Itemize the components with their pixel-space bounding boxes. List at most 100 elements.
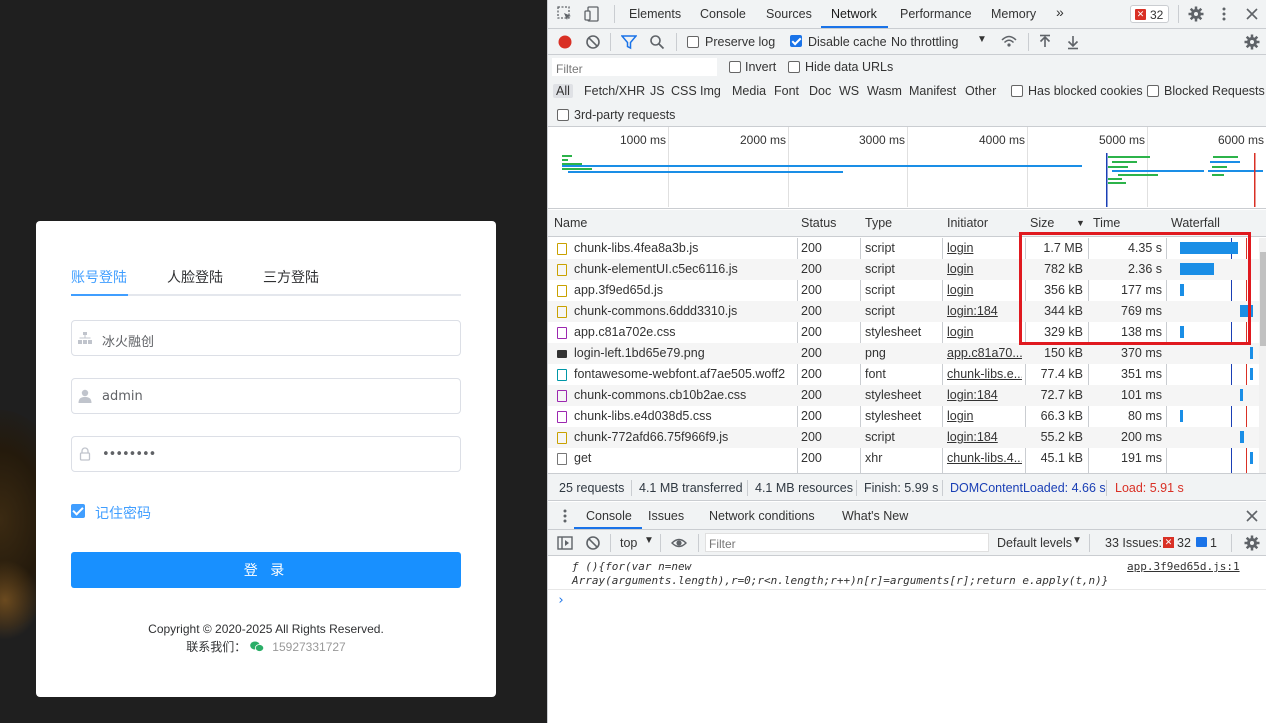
sidebar-toggle-icon[interactable] — [557, 535, 573, 551]
clear-console-icon[interactable] — [585, 535, 601, 551]
export-har-icon[interactable] — [1065, 34, 1081, 50]
remember-checkbox[interactable] — [71, 504, 85, 518]
table-row[interactable]: chunk-772afd66.75f966f9.js 200 script login… — [548, 427, 1259, 448]
issues-error-badge[interactable]: ✕ 32 — [1130, 5, 1169, 23]
username-input[interactable]: admin — [71, 378, 461, 414]
filter-icon[interactable] — [621, 34, 637, 50]
divider — [747, 480, 748, 496]
tab-elements[interactable]: Elements — [629, 7, 681, 21]
type-filter-ws[interactable]: WS — [839, 84, 859, 98]
tab-third-party-login[interactable]: 三方登陆 — [263, 267, 319, 287]
close-drawer-icon[interactable] — [1244, 508, 1260, 524]
tab-console[interactable]: Console — [700, 7, 746, 21]
column-initiator[interactable]: Initiator — [947, 216, 988, 230]
disable-cache-checkbox[interactable] — [790, 35, 802, 47]
cell-initiator[interactable]: login:184 — [947, 304, 1022, 318]
column-time[interactable]: Time — [1093, 216, 1120, 230]
chevron-double-right-icon[interactable]: » — [1056, 4, 1064, 20]
import-har-icon[interactable] — [1037, 34, 1053, 50]
type-filter-media[interactable]: Media — [732, 84, 766, 98]
type-filter-manifest[interactable]: Manifest — [909, 84, 956, 98]
preserve-log-label: Preserve log — [705, 35, 776, 49]
invert-checkbox[interactable] — [729, 61, 741, 73]
cell-initiator[interactable]: login — [947, 283, 1022, 297]
cell-initiator[interactable]: chunk-libs.4... — [947, 451, 1022, 465]
cell-initiator[interactable]: app.c81a70... — [947, 346, 1022, 360]
third-party-checkbox[interactable] — [557, 109, 569, 121]
error-icon: ✕ — [1163, 537, 1174, 548]
column-name[interactable]: Name — [554, 216, 587, 230]
more-options-icon[interactable] — [1216, 6, 1232, 22]
drawer-tab-whats-new[interactable]: What's New — [842, 509, 908, 523]
issues-label[interactable]: 33 Issues: — [1105, 536, 1162, 550]
log-levels-select[interactable]: Default levels — [997, 536, 1072, 550]
blocked-requests-checkbox[interactable] — [1147, 85, 1159, 97]
type-filter-fetch-xhr[interactable]: Fetch/XHR — [584, 84, 645, 98]
type-filter-font[interactable]: Font — [774, 84, 799, 98]
table-row[interactable]: login-left.1bd65e79.png 200 png app.c81a70.… — [548, 343, 1259, 364]
table-row[interactable]: chunk-libs.e4d038d5.css 200 stylesheet logi… — [548, 406, 1259, 427]
password-input[interactable]: •••••••• — [71, 436, 461, 472]
column-status[interactable]: Status — [801, 216, 836, 230]
has-blocked-cookies-checkbox[interactable] — [1011, 85, 1023, 97]
network-settings-gear-icon[interactable] — [1244, 34, 1260, 50]
tab-face-login[interactable]: 人脸登陆 — [167, 267, 223, 287]
company-input[interactable]: 冰火融创 — [71, 320, 461, 356]
column-size[interactable]: Size — [1030, 216, 1054, 230]
close-icon[interactable] — [1244, 6, 1260, 22]
cell-initiator[interactable]: login — [947, 241, 1022, 255]
type-filter-img[interactable]: Img — [700, 84, 721, 98]
cell-initiator[interactable]: login — [947, 409, 1022, 423]
type-filter-js[interactable]: JS — [650, 84, 665, 98]
scrollbar[interactable] — [1259, 238, 1266, 473]
network-overview[interactable]: 1000 ms 2000 ms 3000 ms 4000 ms 5000 ms … — [548, 127, 1266, 209]
filter-input[interactable]: Filter — [552, 58, 717, 76]
column-type[interactable]: Type — [865, 216, 892, 230]
tab-memory[interactable]: Memory — [991, 7, 1036, 21]
cell-initiator[interactable]: login:184 — [947, 430, 1022, 444]
tab-account-login[interactable]: 账号登陆 — [71, 267, 127, 287]
clear-icon[interactable] — [585, 34, 601, 50]
drawer-tab-issues[interactable]: Issues — [648, 509, 684, 523]
scrollbar-thumb[interactable] — [1260, 252, 1266, 346]
table-row[interactable]: chunk-commons.cb10b2ae.css 200 stylesheet l… — [548, 385, 1259, 406]
inspect-element-icon[interactable] — [557, 6, 573, 22]
type-filter-doc[interactable]: Doc — [809, 84, 831, 98]
login-button[interactable]: 登 录 — [71, 552, 461, 588]
console-output[interactable]: ƒ (){for(var n=new Array(arguments.lengt… — [548, 556, 1266, 723]
console-settings-gear-icon[interactable] — [1244, 535, 1260, 551]
drawer-menu-icon[interactable] — [557, 508, 573, 524]
column-waterfall[interactable]: Waterfall — [1171, 216, 1220, 230]
gear-icon[interactable] — [1188, 6, 1204, 22]
table-row[interactable]: get 200 xhr chunk-libs.4... 45.1 kB 191 ms — [548, 448, 1259, 469]
record-icon[interactable] — [557, 34, 573, 50]
tab-sources[interactable]: Sources — [766, 7, 812, 21]
type-filter-wasm[interactable]: Wasm — [867, 84, 902, 98]
cell-initiator[interactable]: login — [947, 262, 1022, 276]
tab-performance[interactable]: Performance — [900, 7, 972, 21]
network-conditions-icon[interactable] — [1001, 34, 1017, 50]
js-file-icon — [557, 306, 567, 318]
preserve-log-checkbox[interactable] — [687, 36, 699, 48]
cell-initiator[interactable]: chunk-libs.e... — [947, 367, 1022, 381]
throttling-select[interactable]: No throttling — [891, 35, 958, 49]
context-selector[interactable]: top — [620, 536, 637, 550]
tab-network[interactable]: Network — [831, 7, 877, 21]
drawer-tab-network-conditions[interactable]: Network conditions — [709, 509, 815, 523]
console-filter-input[interactable]: Filter — [705, 533, 989, 552]
type-filter-all[interactable]: All — [553, 84, 573, 98]
cell-initiator[interactable]: login — [947, 325, 1022, 339]
table-row[interactable]: fontawesome-webfont.af7ae505.woff2 200 fon… — [548, 364, 1259, 385]
eye-icon[interactable] — [671, 535, 687, 551]
cell-initiator[interactable]: login:184 — [947, 388, 1022, 402]
tick-label: 6000 ms — [1218, 133, 1265, 147]
drawer-tab-console[interactable]: Console — [586, 509, 632, 523]
console-source-link[interactable]: app.3f9ed65d.js:1 — [1127, 560, 1240, 573]
hide-data-urls-checkbox[interactable] — [788, 61, 800, 73]
search-icon[interactable] — [649, 34, 665, 50]
type-filter-other[interactable]: Other — [965, 84, 996, 98]
type-filter-css[interactable]: CSS — [671, 84, 697, 98]
waterfall-bar — [1250, 368, 1253, 380]
device-toolbar-icon[interactable] — [584, 6, 600, 22]
console-prompt-chevron-icon[interactable]: › — [557, 593, 565, 608]
